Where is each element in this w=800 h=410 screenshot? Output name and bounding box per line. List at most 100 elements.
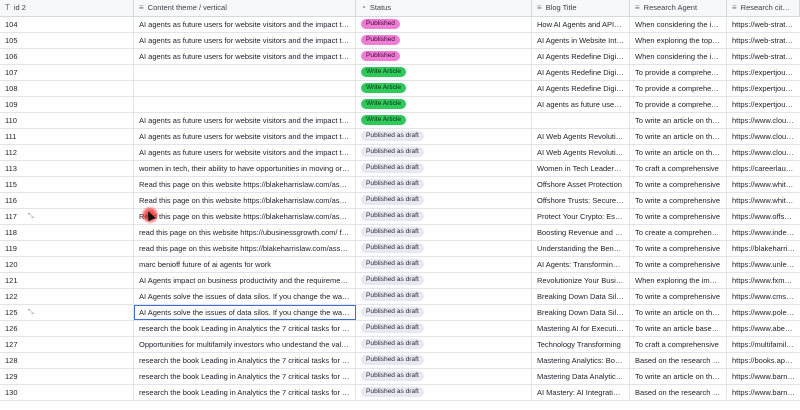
research-agent-cell[interactable]: To write an article on the topic [630, 129, 727, 144]
status-cell[interactable]: Published as draft [356, 305, 532, 320]
status-cell[interactable]: Published as draft [356, 177, 532, 192]
table-row[interactable]: 130 research the book Leading in Analytic… [0, 385, 800, 401]
research-sources-cell[interactable]: https://www.polestarllp.com [727, 305, 800, 320]
id-cell[interactable]: 112 [0, 145, 134, 160]
id-cell[interactable]: 110 [0, 113, 134, 128]
table-row[interactable]: 112 AI agents as future users for website… [0, 145, 800, 161]
id-cell[interactable]: 129 [0, 369, 134, 384]
expand-arrows-icon[interactable]: ⤡ [28, 209, 34, 224]
table-row[interactable]: 116 Read this page on this website https:… [0, 193, 800, 209]
id-cell[interactable]: 116 [0, 193, 134, 208]
content-theme-cell[interactable]: research the book Leading in Analytics t… [134, 353, 356, 368]
blog-title-cell[interactable]: How AI Agents and APIs Transform [532, 17, 630, 32]
id-cell[interactable]: 118 [0, 225, 134, 240]
content-theme-cell[interactable]: Read this page on this website https://b… [134, 209, 356, 224]
id-cell[interactable]: 121 [0, 273, 134, 288]
id-cell[interactable]: 108 [0, 81, 134, 96]
content-theme-cell[interactable]: read this page on this website https://b… [134, 241, 356, 256]
id-cell[interactable]: 120 [0, 257, 134, 272]
status-cell[interactable]: Published as draft [356, 385, 532, 400]
blog-title-cell[interactable]: Mastering Data Analytics: Key [532, 369, 630, 384]
research-sources-cell[interactable]: https://www.barnesandnoble.com [727, 369, 800, 384]
research-agent-cell[interactable]: When considering the impact [630, 17, 727, 32]
blog-title-cell[interactable]: Mastering Analytics: Boosting [532, 353, 630, 368]
content-theme-cell[interactable]: research the book Leading in Analytics t… [134, 321, 356, 336]
research-sources-cell[interactable]: https://www.unleash.ai [727, 257, 800, 272]
research-agent-cell[interactable]: Based on the research conducted [630, 385, 727, 400]
blog-title-cell[interactable]: AI Web Agents Revolutionizing [532, 129, 630, 144]
content-theme-cell[interactable] [134, 81, 356, 96]
blog-title-cell[interactable]: Women in Tech Leadership [532, 161, 630, 176]
table-row[interactable]: 113 women in tech, their ability to have … [0, 161, 800, 177]
status-cell[interactable]: Published as draft [356, 337, 532, 352]
column-header-content[interactable]: ≡ Content theme / vertical [134, 0, 356, 16]
id-cell[interactable]: 107 [0, 65, 134, 80]
status-cell[interactable]: Published as draft [356, 161, 532, 176]
research-sources-cell[interactable]: https://www.cmswire.com [727, 289, 800, 304]
research-sources-cell[interactable]: https://web-strategist.com [727, 17, 800, 32]
research-sources-cell[interactable]: https://web-strategist.com [727, 49, 800, 64]
status-cell[interactable]: Published as draft [356, 225, 532, 240]
research-sources-cell[interactable]: https://www.cloudrafts.com [727, 145, 800, 160]
status-cell[interactable]: Published as draft [356, 193, 532, 208]
status-cell[interactable]: Published as draft [356, 369, 532, 384]
research-sources-cell[interactable]: https://www.whiteandbank.com [727, 177, 800, 192]
research-agent-cell[interactable]: To write an article on the topic [630, 145, 727, 160]
table-row[interactable]: 110 AI agents as future users for website… [0, 113, 800, 129]
status-cell[interactable]: Write Article [356, 81, 532, 96]
table-row[interactable]: 107 Write Article AI Agents Redefine Digit… [0, 65, 800, 81]
content-theme-cell[interactable]: AI agents as future users for website vi… [134, 113, 356, 128]
status-cell[interactable]: Published as draft [356, 241, 532, 256]
research-sources-cell[interactable]: https://blakeharrislaw.com [727, 241, 800, 256]
blog-title-cell[interactable]: Protect Your Crypto: Essential [532, 209, 630, 224]
research-agent-cell[interactable]: To craft a comprehensive [630, 161, 727, 176]
column-header-id[interactable]: Tid 2 [0, 0, 134, 16]
research-sources-cell[interactable]: https://books.apple.com [727, 353, 800, 368]
status-cell[interactable]: Published as draft [356, 257, 532, 272]
content-theme-cell[interactable]: research the book Leading in Analytics t… [134, 369, 356, 384]
content-theme-cell[interactable]: AI Agents solve the issues of data silos… [134, 305, 356, 320]
status-cell[interactable]: Published as draft [356, 209, 532, 224]
research-agent-cell[interactable]: To provide a comprehensive [630, 81, 727, 96]
research-agent-cell[interactable]: When considering the impact [630, 49, 727, 64]
research-sources-cell[interactable]: https://www.indeed.com [727, 225, 800, 240]
content-theme-cell[interactable] [134, 97, 356, 112]
research-agent-cell[interactable]: To create a comprehensive [630, 225, 727, 240]
table-row[interactable]: 121 AI Agents impact on business producti… [0, 273, 800, 289]
status-cell[interactable]: Published as draft [356, 129, 532, 144]
research-agent-cell[interactable]: When exploring the topic of [630, 33, 727, 48]
research-sources-cell[interactable]: https://expertjournals.com [727, 65, 800, 80]
content-theme-cell[interactable]: AI agents as future users for website vi… [134, 17, 356, 32]
blog-title-cell[interactable] [532, 113, 630, 128]
id-cell[interactable]: 128 [0, 353, 134, 368]
research-agent-cell[interactable]: To provide a comprehensive [630, 97, 727, 112]
expand-arrows-icon[interactable]: ⤡ [28, 305, 34, 320]
blog-title-cell[interactable]: Breaking Down Data Silos: AI [532, 289, 630, 304]
status-cell[interactable]: Published [356, 17, 532, 32]
research-sources-cell[interactable]: https://careerlaunchpad.com [727, 161, 800, 176]
id-cell[interactable]: 125 ⤡ [0, 305, 134, 320]
table-row[interactable]: 104 AI agents as future users for website… [0, 17, 800, 33]
content-theme-cell[interactable]: AI agents as future users for website vi… [134, 33, 356, 48]
status-cell[interactable]: Published as draft [356, 353, 532, 368]
id-cell[interactable]: 105 [0, 33, 134, 48]
id-cell[interactable]: 106 [0, 49, 134, 64]
research-agent-cell[interactable]: To write a comprehensive [630, 177, 727, 192]
blog-title-cell[interactable]: AI Web Agents Revolutionizing [532, 145, 630, 160]
research-sources-cell[interactable]: https://www.abebooks.com [727, 321, 800, 336]
blog-title-cell[interactable]: AI Mastery: AI Integration for [532, 385, 630, 400]
id-cell[interactable]: 104 [0, 17, 134, 32]
content-theme-cell[interactable]: AI agents as future users for website vi… [134, 145, 356, 160]
research-sources-cell[interactable]: https://multifamilymedia.com [727, 337, 800, 352]
content-theme-cell[interactable]: Opportunities for multifamily investors … [134, 337, 356, 352]
status-cell[interactable]: Published [356, 49, 532, 64]
table-row[interactable]: 105 AI agents as future users for website… [0, 33, 800, 49]
table-row[interactable]: 126 research the book Leading in Analytic… [0, 321, 800, 337]
content-theme-cell[interactable]: AI Agents solve the issues of data silos… [134, 289, 356, 304]
blog-title-cell[interactable]: Technology Transforming [532, 337, 630, 352]
research-agent-cell[interactable]: To write a comprehensive [630, 193, 727, 208]
table-row[interactable]: 108 Write Article AI Agents Redefine Digit… [0, 81, 800, 97]
content-theme-cell[interactable]: AI agents as future users for website vi… [134, 129, 356, 144]
research-sources-cell[interactable]: https://expertjournals.com [727, 97, 800, 112]
blog-title-cell[interactable]: AI Agents Redefine Digital Marketing [532, 49, 630, 64]
